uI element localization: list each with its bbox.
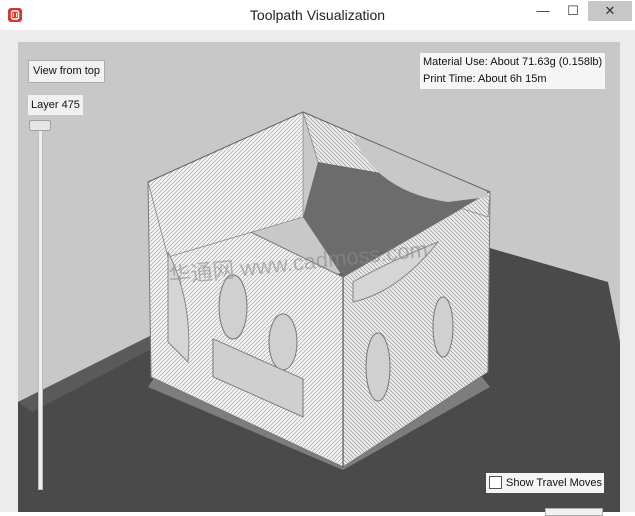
model-back-left-wall (147, 111, 304, 258)
print-stats-panel: Material Use: About 71.63g (0.158lb) Pri… (420, 53, 605, 89)
layer-slider-track[interactable] (38, 126, 43, 490)
bottom-action-button[interactable] (545, 508, 603, 516)
close-button[interactable]: ✕ (588, 1, 632, 21)
show-travel-moves-option[interactable]: Show Travel Moves (486, 473, 604, 493)
toolpath-viewport[interactable]: 华通网 www.cadmoss.com (18, 42, 620, 512)
layer-label: Layer 475 (28, 95, 83, 115)
left-face-cutout-1 (218, 274, 248, 340)
show-travel-moves-checkbox[interactable] (489, 476, 502, 489)
maximize-button[interactable]: ☐ (558, 1, 588, 21)
layer-slider-thumb[interactable] (29, 120, 51, 131)
toolpath-3d-scene: 华通网 www.cadmoss.com (18, 111, 620, 512)
right-face-cutout-1 (365, 332, 391, 402)
show-travel-moves-label: Show Travel Moves (506, 477, 602, 489)
left-face-cutout-2 (268, 313, 298, 371)
minimize-button[interactable]: — (528, 1, 558, 21)
view-from-top-button[interactable]: View from top (28, 60, 106, 83)
print-time-text: Print Time: About 6h 15m (423, 73, 547, 85)
material-use-text: Material Use: About 71.63g (0.158lb) (423, 56, 603, 68)
title-bar: Toolpath Visualization — ☐ ✕ (0, 0, 635, 30)
right-face-cutout-2 (432, 296, 454, 358)
